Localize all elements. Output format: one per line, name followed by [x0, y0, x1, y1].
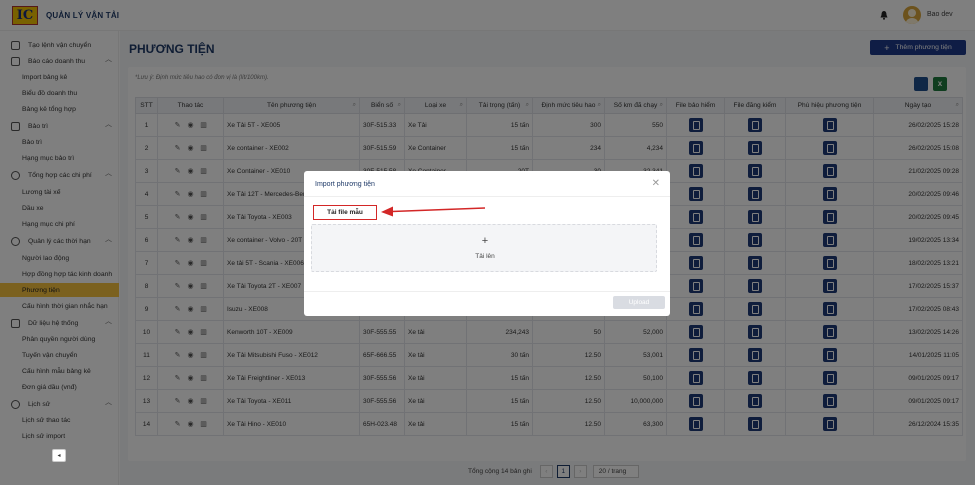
upload-dropzone[interactable]: + Tải lên: [311, 224, 657, 272]
close-icon[interactable]: ✕: [652, 178, 660, 189]
upload-label: Tải lên: [475, 253, 495, 260]
collapse-sidebar-button[interactable]: ◂: [52, 449, 66, 462]
import-modal: Import phương tiện ✕ Tải file mẫu + Tải …: [304, 171, 670, 316]
modal-footer-divider: [304, 291, 670, 292]
modal-divider: [304, 196, 670, 197]
app-root: IC QUẢN LÝ VẬN TẢI Bao dev Tạo lệnh vận …: [0, 0, 975, 485]
plus-icon: +: [481, 235, 489, 247]
download-template-button[interactable]: Tải file mẫu: [313, 205, 377, 220]
modal-title: Import phương tiện: [315, 181, 375, 188]
upload-button[interactable]: Upload: [613, 296, 665, 309]
